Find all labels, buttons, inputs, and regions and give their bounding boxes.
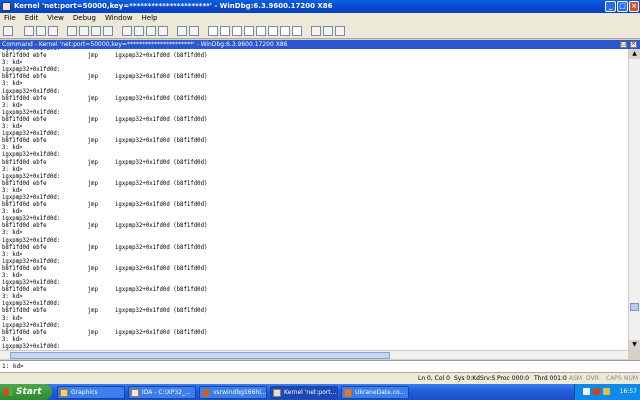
step-over-icon[interactable]	[134, 26, 144, 36]
command-window-title-bar[interactable]: Command - Kernel 'net:port=50000,key=***…	[0, 40, 640, 49]
task-label: Graphics	[71, 389, 98, 396]
vertical-scroll-thumb[interactable]	[630, 303, 639, 311]
scratch-pad-icon[interactable]	[292, 26, 302, 36]
command-output-text: igxpmp32+0x1fd0d: b8f1fd0d ebfe jmp igxp…	[2, 49, 208, 350]
scroll-down-icon[interactable]: ▼	[629, 340, 640, 350]
call-stack-window-icon[interactable]	[268, 26, 278, 36]
scroll-up-icon[interactable]: ▲	[629, 49, 640, 59]
menu-bar: File Edit View Debug Window Help	[0, 13, 640, 24]
task-label: vsrwindbg166hi...	[213, 389, 267, 396]
vertical-scrollbar[interactable]: ▲ ▼	[628, 49, 640, 350]
options-icon[interactable]	[335, 26, 345, 36]
toolbar	[0, 24, 640, 39]
horizontal-scroll-thumb[interactable]	[10, 352, 390, 359]
maximize-button[interactable]: □	[617, 1, 628, 12]
menu-debug[interactable]: Debug	[69, 13, 101, 24]
minimize-button[interactable]: _	[605, 1, 616, 12]
folder-icon	[60, 389, 68, 397]
security-icon[interactable]	[593, 388, 600, 395]
copy-icon[interactable]	[36, 26, 46, 36]
task-ida[interactable]: IDA - C:\XP32_...	[128, 386, 196, 399]
command-output[interactable]: igxpmp32+0x1fd0d: b8f1fd0d ebfe jmp igxp…	[0, 49, 628, 350]
child-close-button[interactable]: ×	[630, 41, 637, 48]
task-graphics[interactable]: Graphics	[57, 386, 125, 399]
command-input[interactable]: 1: kd>	[0, 360, 640, 372]
break-icon[interactable]	[103, 26, 113, 36]
command-window-icon[interactable]	[208, 26, 218, 36]
task-label: IDA - C:\XP32_...	[142, 389, 191, 396]
window-title: Kernel 'net:port=50000,key=*************…	[14, 2, 333, 10]
windbg-app-icon[interactable]	[2, 2, 11, 11]
menu-file[interactable]: File	[0, 13, 21, 24]
start-label: Start	[16, 387, 42, 397]
watch-window-icon[interactable]	[220, 26, 230, 36]
disassembly-window-icon[interactable]	[280, 26, 290, 36]
command-prompt: 1: kd>	[2, 363, 24, 370]
windbg-icon	[273, 389, 281, 397]
browser-icon	[202, 389, 210, 397]
status-bar: Ln 0, Col 0 Sys 0:KdSrv:S Proc 000:0 Thr…	[0, 372, 640, 384]
font-icon[interactable]	[323, 26, 333, 36]
task-label: Kernel 'net:port...	[284, 389, 337, 396]
menu-window[interactable]: Window	[101, 13, 138, 24]
breakpoint-icon[interactable]	[177, 26, 187, 36]
main-title-bar[interactable]: Kernel 'net:port=50000,key=*************…	[0, 0, 640, 13]
memory-window-icon[interactable]	[256, 26, 266, 36]
cut-icon[interactable]	[24, 26, 34, 36]
horizontal-scrollbar[interactable]	[0, 350, 628, 359]
stop-debugging-icon[interactable]	[91, 26, 101, 36]
registers-window-icon[interactable]	[244, 26, 254, 36]
close-button[interactable]: ×	[629, 1, 639, 12]
menu-view[interactable]: View	[43, 13, 69, 24]
paste-icon[interactable]	[48, 26, 58, 36]
task-browser[interactable]: vsrwindbg166hi...	[199, 386, 267, 399]
clock: 16:57	[619, 388, 637, 395]
open-file-icon[interactable]	[3, 26, 13, 36]
run-to-cursor-icon[interactable]	[158, 26, 168, 36]
volume-icon[interactable]	[603, 388, 610, 395]
start-button[interactable]: Start	[0, 384, 52, 400]
source-mode-icon[interactable]	[311, 26, 321, 36]
system-tray: 16:57	[574, 384, 640, 400]
hand-icon[interactable]	[189, 26, 199, 36]
task-ukranedate[interactable]: UkraneDate.co...	[341, 386, 409, 399]
network-icon[interactable]	[583, 388, 590, 395]
restart-icon[interactable]	[79, 26, 89, 36]
step-out-icon[interactable]	[146, 26, 156, 36]
menu-edit[interactable]: Edit	[21, 13, 44, 24]
menu-help[interactable]: Help	[138, 13, 163, 24]
task-windbg[interactable]: Kernel 'net:port...	[270, 386, 338, 399]
step-into-icon[interactable]	[122, 26, 132, 36]
command-window-title: Command - Kernel 'net:port=50000,key=***…	[2, 41, 288, 48]
child-maximize-button[interactable]: □	[620, 41, 627, 48]
ida-icon	[131, 389, 139, 397]
task-label: UkraneDate.co...	[355, 389, 406, 396]
document-icon	[344, 389, 352, 397]
locals-window-icon[interactable]	[232, 26, 242, 36]
windows-logo-icon	[4, 388, 13, 396]
go-icon[interactable]	[67, 26, 77, 36]
